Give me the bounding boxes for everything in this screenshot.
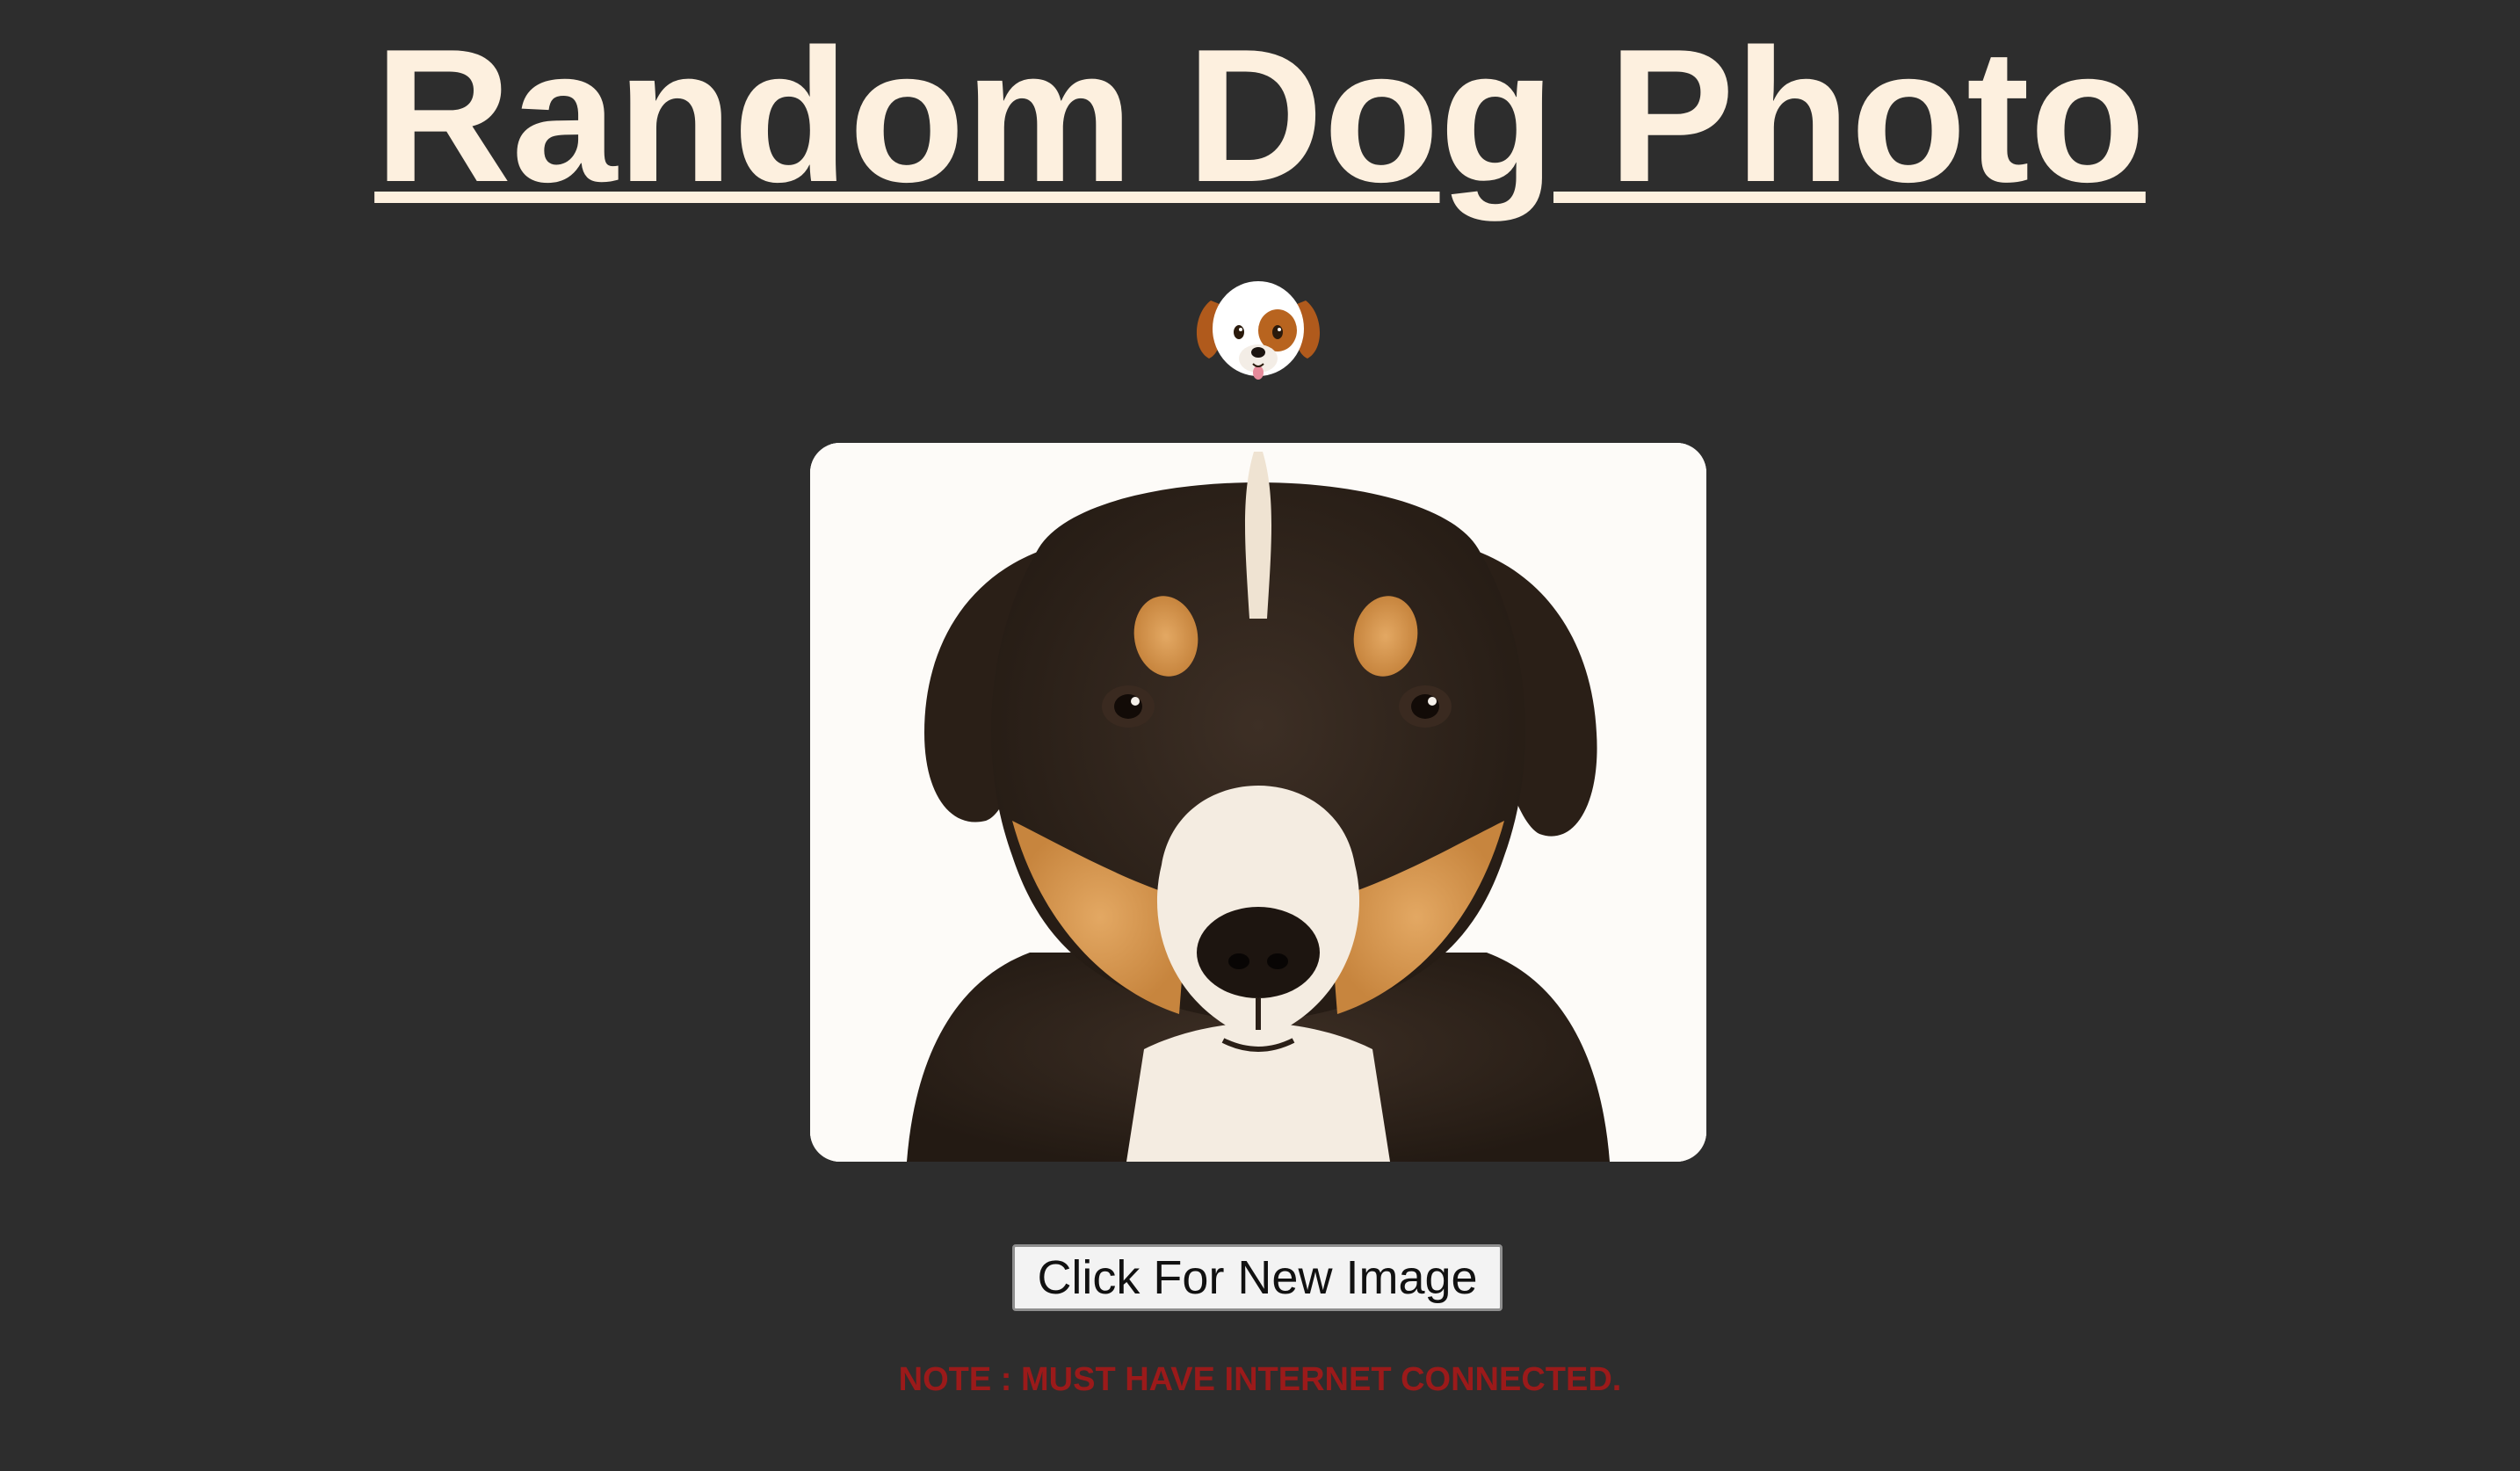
dog-photo (810, 443, 1706, 1162)
page-title: Random Dog Photo (374, 9, 2146, 221)
page: Random Dog Photo Click For New Image NOT… (0, 0, 2520, 1471)
internet-note: NOTE : MUST HAVE INTERNET CONNECTED. (898, 1361, 1622, 1398)
dog-face-icon (1193, 274, 1323, 388)
new-image-button[interactable]: Click For New Image (1012, 1244, 1503, 1311)
